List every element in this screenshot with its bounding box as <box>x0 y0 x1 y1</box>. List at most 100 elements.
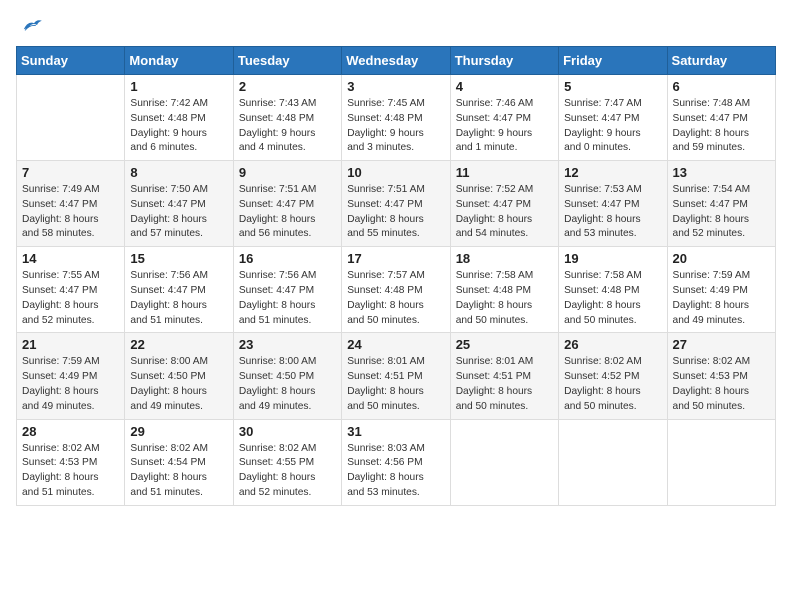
day-number: 6 <box>673 79 770 94</box>
calendar-cell <box>559 419 667 505</box>
day-info: Sunrise: 7:49 AMSunset: 4:47 PMDaylight:… <box>22 183 119 242</box>
logo <box>16 16 50 34</box>
calendar-week-row: 1 Sunrise: 7:42 AMSunset: 4:48 PMDaylight… <box>17 75 776 161</box>
day-info: Sunrise: 8:01 AMSunset: 4:51 PMDaylight:… <box>347 355 444 414</box>
calendar-cell: 6 Sunrise: 7:48 AMSunset: 4:47 PMDaylight… <box>667 75 775 161</box>
calendar-cell: 21Sunrise: 7:59 AMSunset: 4:49 PMDayligh… <box>17 333 125 419</box>
day-info: Sunrise: 8:01 AMSunset: 4:51 PMDaylight:… <box>456 355 553 414</box>
day-number: 3 <box>347 79 444 94</box>
day-info: Sunrise: 7:53 AMSunset: 4:47 PMDaylight:… <box>564 183 661 242</box>
day-number: 10 <box>347 165 444 180</box>
day-number: 9 <box>239 165 336 180</box>
day-info: Sunrise: 7:51 AMSunset: 4:47 PMDaylight:… <box>239 183 336 242</box>
calendar-week-row: 21Sunrise: 7:59 AMSunset: 4:49 PMDayligh… <box>17 333 776 419</box>
day-info: Sunrise: 7:58 AMSunset: 4:48 PMDaylight:… <box>456 269 553 328</box>
day-number: 12 <box>564 165 661 180</box>
calendar-header-tuesday: Tuesday <box>233 47 341 75</box>
calendar-cell: 19 Sunrise: 7:58 AMSunset: 4:48 PMDayligh… <box>559 247 667 333</box>
calendar-cell: 20Sunrise: 7:59 AMSunset: 4:49 PMDayligh… <box>667 247 775 333</box>
calendar-cell: 15 Sunrise: 7:56 AMSunset: 4:47 PMDayligh… <box>125 247 233 333</box>
calendar-cell: 25Sunrise: 8:01 AMSunset: 4:51 PMDayligh… <box>450 333 558 419</box>
day-info: Sunrise: 7:43 AMSunset: 4:48 PMDaylight:… <box>239 97 336 156</box>
day-number: 15 <box>130 251 227 266</box>
calendar-cell: 17 Sunrise: 7:57 AMSunset: 4:48 PMDayligh… <box>342 247 450 333</box>
day-info: Sunrise: 7:57 AMSunset: 4:48 PMDaylight:… <box>347 269 444 328</box>
day-number: 1 <box>130 79 227 94</box>
calendar-cell: 30 Sunrise: 8:02 AMSunset: 4:55 PMDayligh… <box>233 419 341 505</box>
day-info: Sunrise: 7:50 AMSunset: 4:47 PMDaylight:… <box>130 183 227 242</box>
page-header <box>16 16 776 34</box>
calendar-cell: 14Sunrise: 7:55 AMSunset: 4:47 PMDayligh… <box>17 247 125 333</box>
calendar-cell: 12 Sunrise: 7:53 AMSunset: 4:47 PMDayligh… <box>559 161 667 247</box>
day-number: 28 <box>22 424 119 439</box>
day-number: 26 <box>564 337 661 352</box>
day-info: Sunrise: 7:48 AMSunset: 4:47 PMDaylight:… <box>673 97 770 156</box>
calendar-header-sunday: Sunday <box>17 47 125 75</box>
calendar-cell: 5 Sunrise: 7:47 AMSunset: 4:47 PMDaylight… <box>559 75 667 161</box>
day-info: Sunrise: 7:47 AMSunset: 4:47 PMDaylight:… <box>564 97 661 156</box>
calendar-cell <box>450 419 558 505</box>
day-info: Sunrise: 7:55 AMSunset: 4:47 PMDaylight:… <box>22 269 119 328</box>
calendar-header-monday: Monday <box>125 47 233 75</box>
calendar-cell: 2 Sunrise: 7:43 AMSunset: 4:48 PMDaylight… <box>233 75 341 161</box>
day-info: Sunrise: 7:54 AMSunset: 4:47 PMDaylight:… <box>673 183 770 242</box>
day-info: Sunrise: 8:00 AMSunset: 4:50 PMDaylight:… <box>130 355 227 414</box>
day-info: Sunrise: 7:42 AMSunset: 4:48 PMDaylight:… <box>130 97 227 156</box>
day-info: Sunrise: 8:02 AMSunset: 4:53 PMDaylight:… <box>673 355 770 414</box>
day-number: 2 <box>239 79 336 94</box>
day-info: Sunrise: 7:56 AMSunset: 4:47 PMDaylight:… <box>130 269 227 328</box>
calendar-header-thursday: Thursday <box>450 47 558 75</box>
calendar-week-row: 28 Sunrise: 8:02 AMSunset: 4:53 PMDayligh… <box>17 419 776 505</box>
calendar-cell: 22Sunrise: 8:00 AMSunset: 4:50 PMDayligh… <box>125 333 233 419</box>
day-number: 17 <box>347 251 444 266</box>
calendar-cell <box>17 75 125 161</box>
day-info: Sunrise: 7:58 AMSunset: 4:48 PMDaylight:… <box>564 269 661 328</box>
calendar-cell: 18Sunrise: 7:58 AMSunset: 4:48 PMDayligh… <box>450 247 558 333</box>
day-number: 4 <box>456 79 553 94</box>
day-info: Sunrise: 8:02 AMSunset: 4:55 PMDaylight:… <box>239 442 336 501</box>
day-number: 21 <box>22 337 119 352</box>
day-number: 24 <box>347 337 444 352</box>
day-number: 29 <box>130 424 227 439</box>
calendar-header-friday: Friday <box>559 47 667 75</box>
calendar-cell: 3Sunrise: 7:45 AMSunset: 4:48 PMDaylight… <box>342 75 450 161</box>
day-number: 23 <box>239 337 336 352</box>
logo-icon <box>16 16 46 34</box>
calendar-cell: 31Sunrise: 8:03 AMSunset: 4:56 PMDayligh… <box>342 419 450 505</box>
day-info: Sunrise: 8:00 AMSunset: 4:50 PMDaylight:… <box>239 355 336 414</box>
day-number: 30 <box>239 424 336 439</box>
calendar-cell: 26 Sunrise: 8:02 AMSunset: 4:52 PMDayligh… <box>559 333 667 419</box>
calendar-cell: 9 Sunrise: 7:51 AMSunset: 4:47 PMDaylight… <box>233 161 341 247</box>
day-info: Sunrise: 7:52 AMSunset: 4:47 PMDaylight:… <box>456 183 553 242</box>
calendar-cell: 13 Sunrise: 7:54 AMSunset: 4:47 PMDayligh… <box>667 161 775 247</box>
day-info: Sunrise: 7:56 AMSunset: 4:47 PMDaylight:… <box>239 269 336 328</box>
calendar-cell: 23 Sunrise: 8:00 AMSunset: 4:50 PMDayligh… <box>233 333 341 419</box>
day-info: Sunrise: 7:51 AMSunset: 4:47 PMDaylight:… <box>347 183 444 242</box>
calendar-header-row: SundayMondayTuesdayWednesdayThursdayFrid… <box>17 47 776 75</box>
day-number: 11 <box>456 165 553 180</box>
day-number: 16 <box>239 251 336 266</box>
calendar-cell: 7 Sunrise: 7:49 AMSunset: 4:47 PMDaylight… <box>17 161 125 247</box>
calendar-week-row: 7 Sunrise: 7:49 AMSunset: 4:47 PMDaylight… <box>17 161 776 247</box>
day-number: 13 <box>673 165 770 180</box>
day-number: 5 <box>564 79 661 94</box>
day-number: 7 <box>22 165 119 180</box>
day-info: Sunrise: 8:02 AMSunset: 4:53 PMDaylight:… <box>22 442 119 501</box>
calendar-cell: 29 Sunrise: 8:02 AMSunset: 4:54 PMDayligh… <box>125 419 233 505</box>
calendar-cell: 24 Sunrise: 8:01 AMSunset: 4:51 PMDayligh… <box>342 333 450 419</box>
calendar-cell: 16 Sunrise: 7:56 AMSunset: 4:47 PMDayligh… <box>233 247 341 333</box>
day-number: 31 <box>347 424 444 439</box>
day-number: 19 <box>564 251 661 266</box>
day-info: Sunrise: 7:46 AMSunset: 4:47 PMDaylight:… <box>456 97 553 156</box>
day-info: Sunrise: 8:02 AMSunset: 4:54 PMDaylight:… <box>130 442 227 501</box>
calendar-cell: 10 Sunrise: 7:51 AMSunset: 4:47 PMDayligh… <box>342 161 450 247</box>
calendar-cell: 1 Sunrise: 7:42 AMSunset: 4:48 PMDaylight… <box>125 75 233 161</box>
day-number: 20 <box>673 251 770 266</box>
calendar-header-saturday: Saturday <box>667 47 775 75</box>
calendar-cell: 4 Sunrise: 7:46 AMSunset: 4:47 PMDaylight… <box>450 75 558 161</box>
calendar-cell: 27 Sunrise: 8:02 AMSunset: 4:53 PMDayligh… <box>667 333 775 419</box>
day-number: 27 <box>673 337 770 352</box>
calendar-table: SundayMondayTuesdayWednesdayThursdayFrid… <box>16 46 776 506</box>
day-info: Sunrise: 8:02 AMSunset: 4:52 PMDaylight:… <box>564 355 661 414</box>
calendar-header-wednesday: Wednesday <box>342 47 450 75</box>
